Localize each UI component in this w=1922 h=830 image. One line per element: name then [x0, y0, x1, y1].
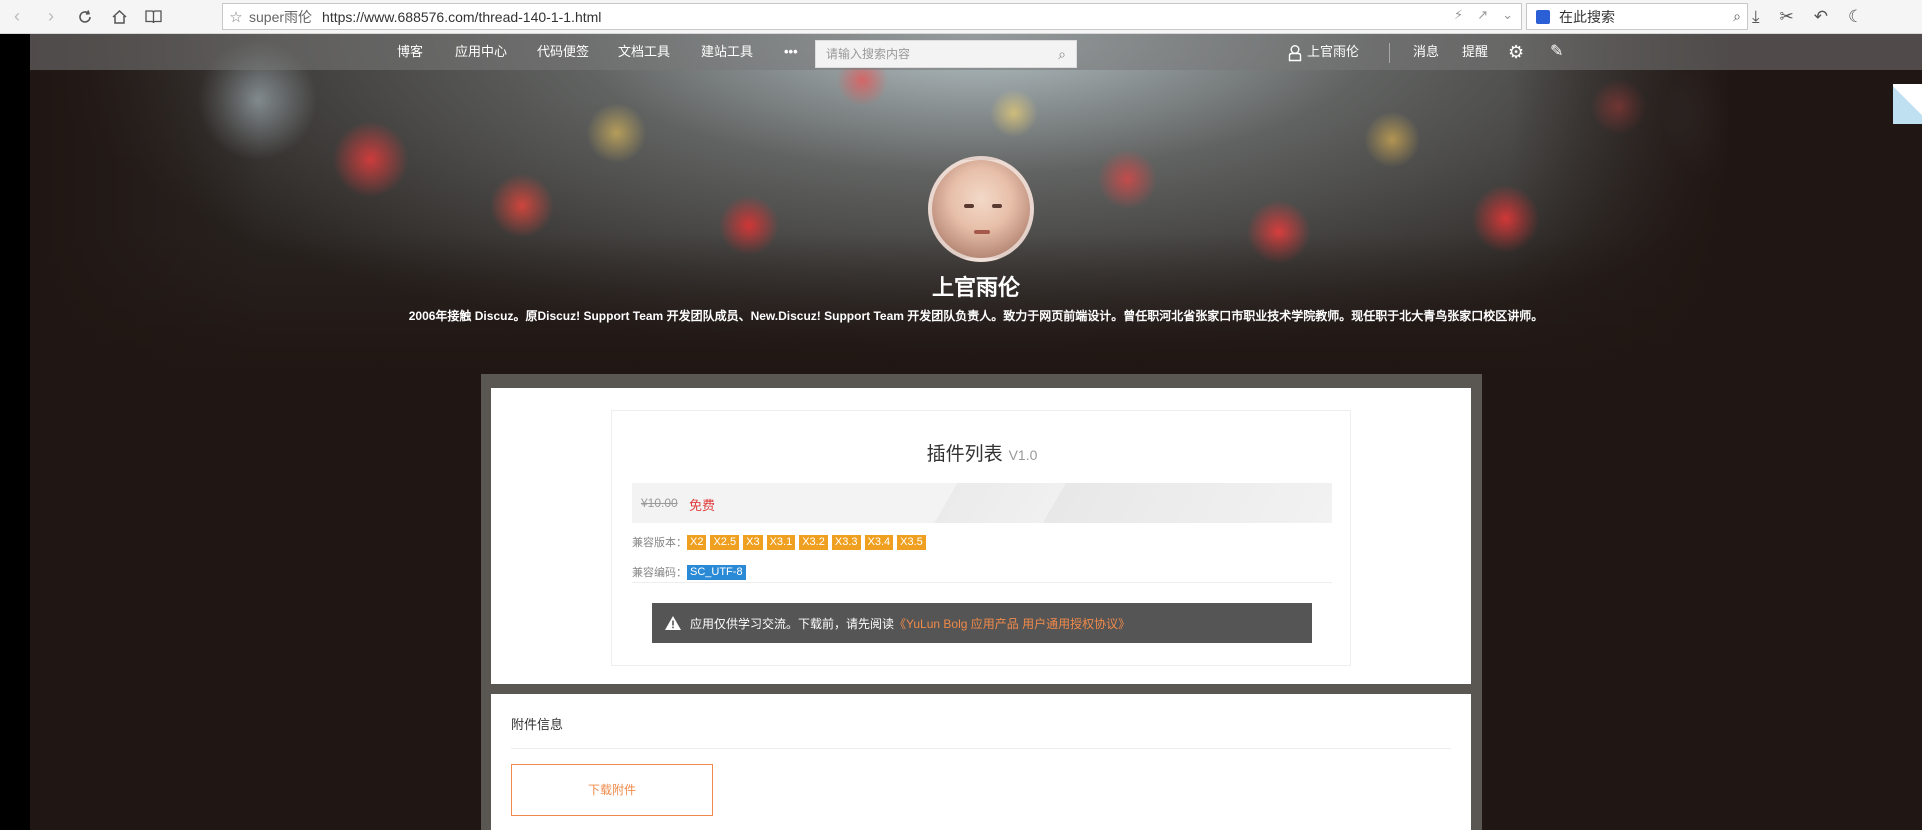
nav-more-button[interactable]: ••• — [784, 34, 798, 70]
gear-icon[interactable]: ⚙︎ — [1508, 34, 1524, 70]
nav-item-blog[interactable]: 博客 — [397, 34, 423, 70]
version-tag: X3.4 — [864, 534, 894, 550]
browser-search-input[interactable]: 在此搜索 — [1559, 7, 1615, 27]
price-old: ¥10.00 — [641, 496, 678, 510]
attachment-panel: 附件信息 下载附件 — [491, 694, 1471, 830]
version-tag: X3.3 — [831, 534, 861, 550]
lightning-icon[interactable]: ⚡︎ — [1454, 7, 1463, 23]
chevron-down-icon[interactable]: ⌄ — [1502, 7, 1513, 23]
version-tag: X2 — [687, 534, 707, 550]
avatar-eye-left — [964, 204, 974, 208]
reader-button[interactable] — [136, 0, 170, 34]
undo-icon[interactable]: ↶ — [1814, 7, 1828, 27]
price-bar: ¥10.00 免费 — [632, 483, 1332, 523]
book-icon — [144, 10, 162, 24]
warning-icon — [664, 615, 682, 631]
reload-icon — [79, 9, 91, 23]
nav-item-app-center[interactable]: 应用中心 — [455, 34, 507, 70]
home-button[interactable] — [102, 0, 136, 34]
search-engine-icon[interactable] — [1527, 4, 1559, 29]
url-text[interactable]: https://www.688576.com/thread-140-1-1.ht… — [322, 9, 601, 25]
card-divider — [632, 582, 1332, 583]
profile-bio: 2006年接触 Discuz。原Discuz! Support Team 开发团… — [408, 309, 1544, 323]
compat-version-row: 兼容版本： X2 X2.5 X3 X3.1 X3.2 X3.3 X3.4 X3.… — [632, 534, 930, 550]
moon-icon[interactable]: ☾ — [1848, 7, 1863, 27]
side-corner-tab[interactable] — [1893, 84, 1922, 124]
nav-divider — [1389, 43, 1390, 63]
browser-toolbar: ‹ › ☆ super雨伦 https://www.688576.com/thr… — [0, 0, 1922, 34]
plugin-card: 插件列表 V1.0 ¥10.00 免费 兼容版本： X2 X2.5 X3 X3.1… — [611, 410, 1351, 666]
site-name: super雨伦 — [249, 8, 313, 25]
price-new: 免费 — [689, 498, 716, 513]
reload-button[interactable] — [68, 0, 102, 34]
plugin-title-row: 插件列表 V1.0 — [612, 439, 1352, 466]
home-icon — [111, 9, 127, 24]
nav-reminders[interactable]: 提醒 — [1462, 34, 1488, 70]
user-icon[interactable] — [1288, 34, 1302, 70]
page: 博客 应用中心 代码便签 文档工具 建站工具 ••• 请输入搜索内容 ⌕ 上官雨… — [30, 34, 1922, 830]
version-tag: X2.5 — [710, 534, 740, 550]
plugin-version: V1.0 — [1008, 447, 1038, 463]
address-bar[interactable]: ☆ super雨伦 https://www.688576.com/thread-… — [222, 3, 1522, 30]
top-nav: 博客 应用中心 代码便签 文档工具 建站工具 ••• 请输入搜索内容 ⌕ 上官雨… — [30, 34, 1922, 70]
content-wrapper: 插件列表 V1.0 ¥10.00 免费 兼容版本： X2 X2.5 X3 X3.1… — [481, 374, 1482, 830]
compat-encoding-label: 兼容编码： — [632, 567, 687, 579]
download-icon[interactable]: ⤓ — [1752, 7, 1760, 27]
license-link[interactable]: 《YuLun Bolg 应用产品 用户通用授权协议》 — [894, 615, 1130, 632]
download-attachment-button[interactable]: 下载附件 — [511, 764, 713, 816]
compat-encoding-row: 兼容编码： SC_UTF-8 — [632, 564, 750, 580]
browser-search[interactable]: 在此搜索 ⌕ — [1526, 3, 1748, 30]
nav-item-site-tools[interactable]: 建站工具 — [701, 34, 753, 70]
attachment-divider — [511, 748, 1451, 749]
license-notice: 应用仅供学习交流。下载前，请先阅读 《YuLun Bolg 应用产品 用户通用授… — [652, 603, 1312, 643]
pencil-icon[interactable]: ✎ — [1550, 34, 1563, 70]
nav-item-code-notes[interactable]: 代码便签 — [537, 34, 589, 70]
plugin-title: 插件列表 — [926, 444, 1003, 465]
version-tag: X3.5 — [897, 534, 926, 550]
forward-button[interactable]: › — [34, 0, 68, 34]
encoding-tag: SC_UTF-8 — [687, 564, 746, 580]
nav-item-doc-tools[interactable]: 文档工具 — [618, 34, 670, 70]
bookmark-star-icon[interactable]: ☆ — [223, 8, 249, 26]
notice-text: 应用仅供学习交流。下载前，请先阅读 — [690, 616, 895, 631]
site-search-placeholder: 请输入搜索内容 — [826, 47, 911, 61]
version-tag: X3.1 — [766, 534, 796, 550]
avatar-eye-right — [992, 204, 1002, 208]
version-tag: X3.2 — [799, 534, 828, 550]
share-icon[interactable]: ↗ — [1477, 7, 1488, 23]
version-tag: X3 — [743, 534, 763, 550]
search-icon[interactable]: ⌕ — [1733, 8, 1741, 25]
nav-messages[interactable]: 消息 — [1413, 34, 1439, 70]
compat-version-label: 兼容版本： — [632, 537, 687, 549]
search-icon[interactable]: ⌕ — [1058, 41, 1066, 67]
avatar[interactable] — [928, 156, 1034, 262]
back-button[interactable]: ‹ — [0, 0, 34, 34]
nav-user-name[interactable]: 上官雨伦 — [1307, 34, 1359, 70]
attachment-title: 附件信息 — [511, 717, 564, 732]
avatar-mouth — [974, 230, 990, 234]
plugin-panel: 插件列表 V1.0 ¥10.00 免费 兼容版本： X2 X2.5 X3 X3.1… — [491, 388, 1471, 684]
scissors-icon[interactable]: ✂︎ — [1780, 7, 1794, 27]
site-search-input[interactable]: 请输入搜索内容 ⌕ — [815, 40, 1077, 68]
profile-name: 上官雨伦 — [931, 275, 1020, 300]
